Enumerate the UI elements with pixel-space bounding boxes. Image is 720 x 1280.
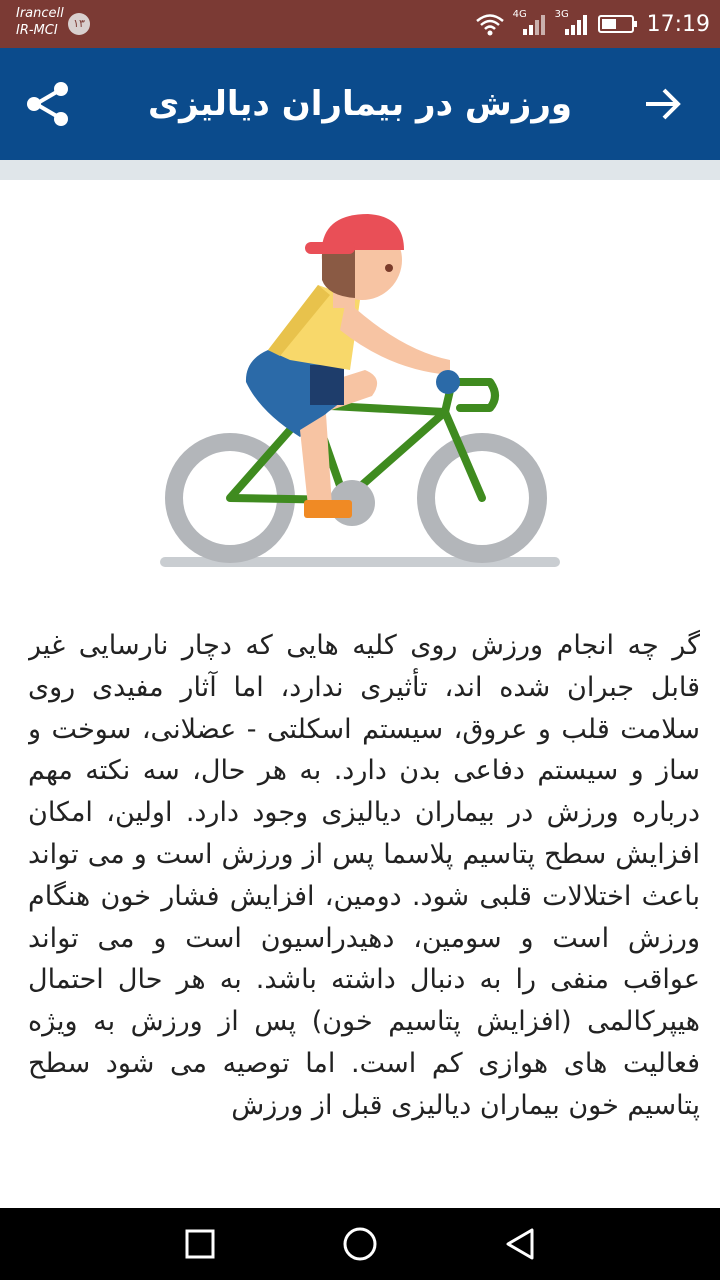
- arrow-forward-icon: [646, 88, 681, 120]
- back-button[interactable]: [640, 80, 688, 128]
- circle-home-icon: [343, 1227, 377, 1261]
- home-button[interactable]: [340, 1224, 380, 1264]
- cyclist-illustration: [160, 214, 560, 567]
- carrier-line-2: IR-MCI: [16, 23, 58, 38]
- carrier-name: Irancell IR-MCI: [16, 5, 64, 39]
- carrier-line-1: Irancell: [16, 6, 64, 21]
- system-icons: 4G 3G 17:19: [475, 9, 710, 38]
- square-recents-icon: [185, 1229, 215, 1259]
- wifi-icon: [475, 14, 504, 36]
- page-title: ورزش در بیماران دیالیزی: [147, 84, 573, 124]
- appbar-divider: [0, 160, 720, 180]
- navigation-bar: [0, 1208, 720, 1280]
- status-bar: Irancell IR-MCI ۱۳ 4G 3G 17:19: [0, 0, 720, 48]
- article-body: گر چه انجام ورزش روی کلیه هایی که دچار ن…: [28, 630, 700, 1121]
- clock: 17:19: [646, 11, 710, 37]
- recents-button[interactable]: [180, 1224, 220, 1264]
- share-icon: [27, 82, 68, 126]
- triangle-back-icon: [506, 1228, 534, 1260]
- share-button[interactable]: [22, 78, 74, 130]
- signal-3g-icon: 3G: [555, 9, 589, 37]
- battery-icon: [597, 15, 637, 33]
- nav-back-button[interactable]: [500, 1224, 540, 1264]
- notification-badge: ۱۳: [68, 13, 90, 35]
- app-bar: ورزش در بیماران دیالیزی: [0, 48, 720, 160]
- signal-4g-icon: 4G: [513, 9, 547, 37]
